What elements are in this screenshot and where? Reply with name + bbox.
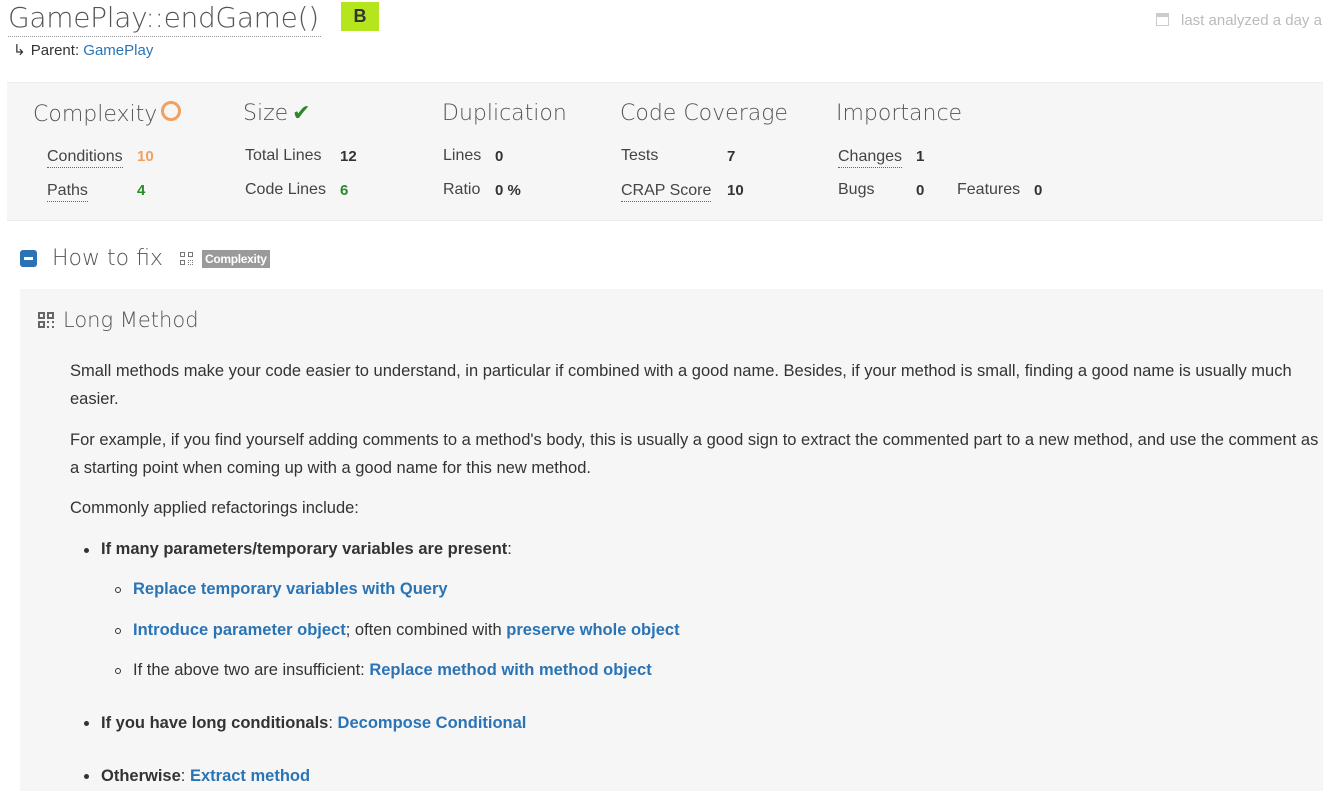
colon: : bbox=[507, 540, 512, 558]
complexity-heading-text: Complexity bbox=[33, 102, 158, 127]
long-method-heading: Long Method bbox=[38, 308, 199, 332]
paths-label[interactable]: Paths bbox=[47, 181, 88, 202]
dup-lines-value: 0 bbox=[495, 148, 504, 165]
tests-value: 7 bbox=[727, 148, 736, 165]
sub-bullet-icon bbox=[115, 628, 121, 634]
sub-bullet-icon bbox=[115, 587, 121, 593]
colon: : bbox=[328, 714, 333, 732]
long-method-title: Long Method bbox=[63, 308, 199, 332]
last-analyzed: last analyzed a day a bbox=[1156, 12, 1322, 29]
calendar-icon bbox=[1156, 13, 1169, 26]
total-lines-label: Total Lines bbox=[245, 147, 322, 164]
list-item-bold: Otherwise bbox=[101, 767, 181, 785]
ratio-value: 0 % bbox=[495, 182, 521, 199]
check-icon: ✔ bbox=[292, 101, 311, 126]
code-lines-label: Code Lines bbox=[245, 181, 326, 198]
sub-item-text: If the above two are insufficient: bbox=[133, 661, 370, 679]
sub-list-item: Introduce parameter object; often combin… bbox=[133, 621, 680, 640]
replace-temp-link[interactable]: Replace temporary variables with Query bbox=[133, 580, 448, 598]
parent-label: Parent: bbox=[30, 42, 80, 59]
how-to-fix-title: How to fix bbox=[52, 246, 163, 271]
list-item: Otherwise: Extract method bbox=[101, 767, 310, 786]
duplication-heading: Duplication bbox=[442, 101, 567, 126]
changes-value: 1 bbox=[916, 148, 925, 165]
parent-breadcrumb: ↳ Parent: GamePlay bbox=[13, 41, 153, 59]
sub-bullet-icon bbox=[115, 668, 121, 674]
parent-link[interactable]: GamePlay bbox=[83, 42, 153, 59]
paths-value: 4 bbox=[137, 182, 146, 199]
code-lines-value: 6 bbox=[340, 182, 349, 199]
bugs-value: 0 bbox=[916, 182, 925, 199]
ratio-label: Ratio bbox=[443, 181, 481, 198]
grade-badge: B bbox=[341, 2, 379, 31]
crap-score-label[interactable]: CRAP Score bbox=[621, 181, 712, 202]
extract-method-link[interactable]: Extract method bbox=[190, 767, 310, 785]
size-heading: Size ✔ bbox=[243, 101, 311, 126]
warning-ring-icon bbox=[161, 101, 182, 121]
replace-method-link[interactable]: Replace method with method object bbox=[369, 661, 651, 679]
tests-label: Tests bbox=[621, 147, 659, 164]
coverage-heading: Code Coverage bbox=[620, 101, 788, 126]
list-item-bold: If many parameters/temporary variables a… bbox=[101, 540, 508, 558]
bullet-icon bbox=[84, 548, 89, 553]
qr-code-icon bbox=[38, 312, 54, 328]
metrics-panel: Complexity Conditions 10 Paths 4 Size ✔ T… bbox=[7, 82, 1323, 221]
list-item: If you have long conditionals: Decompose… bbox=[101, 714, 526, 733]
introduce-parameter-link[interactable]: Introduce parameter object bbox=[133, 621, 346, 639]
decompose-conditional-link[interactable]: Decompose Conditional bbox=[338, 714, 527, 732]
complexity-tag: Complexity bbox=[201, 249, 270, 268]
importance-heading: Importance bbox=[836, 101, 963, 126]
qr-code-icon bbox=[179, 251, 194, 266]
sub-list-item: If the above two are insufficient: Repla… bbox=[133, 661, 652, 680]
dup-lines-label: Lines bbox=[443, 147, 482, 164]
paragraph-2: For example, if you find yourself adding… bbox=[70, 431, 1319, 477]
features-label: Features bbox=[957, 181, 1021, 198]
sub-item-text: ; often combined with bbox=[345, 621, 507, 639]
crap-score-value: 10 bbox=[727, 182, 744, 199]
how-to-fix-header: How to fix Complexity bbox=[20, 246, 270, 271]
sub-list-item: Replace temporary variables with Query bbox=[133, 580, 448, 599]
paragraph-3: Commonly applied refactorings include: bbox=[70, 499, 359, 517]
bullet-icon bbox=[84, 721, 89, 726]
page-title: GamePlay::endGame() bbox=[8, 0, 321, 37]
return-arrow-icon: ↳ bbox=[13, 42, 26, 59]
conditions-label[interactable]: Conditions bbox=[47, 147, 123, 168]
long-method-panel: Long Method Small methods make your code… bbox=[20, 289, 1323, 791]
last-analyzed-text: last analyzed a day a bbox=[1181, 12, 1322, 29]
preserve-whole-object-link[interactable]: preserve whole object bbox=[506, 621, 679, 639]
colon: : bbox=[180, 767, 186, 785]
complexity-heading: Complexity bbox=[33, 101, 182, 127]
collapse-icon[interactable] bbox=[20, 250, 37, 267]
bullet-icon bbox=[84, 774, 89, 779]
changes-label[interactable]: Changes bbox=[838, 147, 903, 168]
total-lines-value: 12 bbox=[340, 148, 357, 165]
bugs-label: Bugs bbox=[838, 181, 875, 198]
features-value: 0 bbox=[1034, 182, 1043, 199]
size-heading-text: Size bbox=[243, 101, 289, 126]
conditions-value: 10 bbox=[137, 148, 154, 165]
list-item: If many parameters/temporary variables a… bbox=[101, 540, 512, 559]
list-item-bold: If you have long conditionals bbox=[101, 714, 329, 732]
paragraph-1: Small methods make your code easier to u… bbox=[70, 362, 1292, 408]
